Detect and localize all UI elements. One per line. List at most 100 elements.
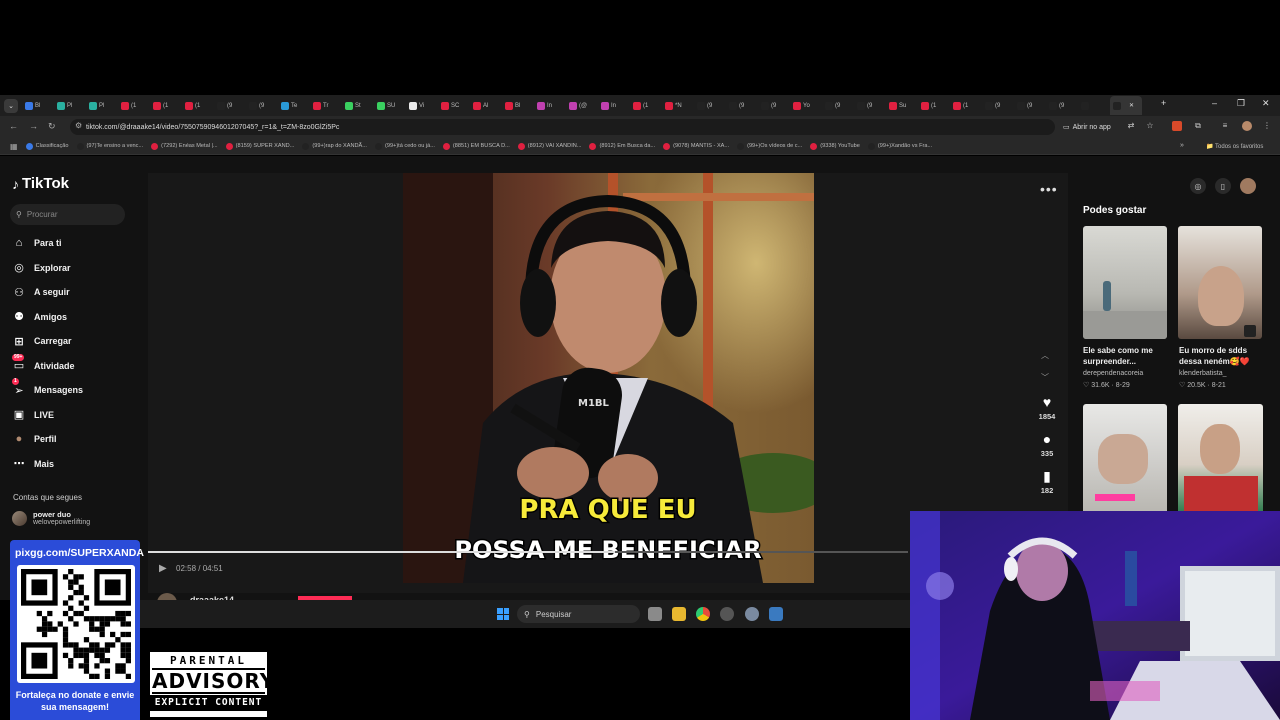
media-controls-icon[interactable]: ≡ — [1220, 121, 1230, 131]
browser-tab[interactable]: In — [598, 98, 630, 114]
browser-tab[interactable]: Su — [886, 98, 918, 114]
browser-menu-icon[interactable]: ⋮ — [1262, 121, 1272, 131]
task-view-icon[interactable] — [648, 607, 662, 621]
reload-icon[interactable]: ↻ — [48, 121, 56, 132]
bookmark-item[interactable]: (8912) Em Busca da... — [589, 142, 655, 150]
open-app-button[interactable]: ▭ Abrir no app — [1063, 120, 1111, 134]
steam-icon[interactable] — [769, 607, 783, 621]
browser-tab[interactable]: (9 — [1014, 98, 1046, 114]
suggestion-thumbnail[interactable] — [1178, 404, 1263, 514]
suggestion-thumbnail[interactable] — [1083, 404, 1167, 514]
browser-tab[interactable]: *N — [662, 98, 694, 114]
user-avatar[interactable] — [1240, 178, 1256, 194]
tiktok-search-input[interactable]: ⚲ Procurar — [10, 204, 125, 225]
minimize-icon[interactable]: – — [1212, 98, 1217, 108]
comment-action[interactable]: ● 335 — [1030, 432, 1064, 458]
browser-tab[interactable]: ✕ — [1110, 96, 1142, 115]
bookmark-item[interactable]: (9338) YouTube — [810, 142, 860, 150]
browser-tab[interactable]: In — [534, 98, 566, 114]
browser-tab[interactable]: Te — [278, 98, 310, 114]
browser-tab[interactable]: (1 — [950, 98, 982, 114]
file-explorer-icon[interactable] — [672, 607, 686, 621]
url-bar[interactable]: tiktok.com/@draaake14/video/755075909460… — [70, 119, 1055, 135]
bookmarks-overflow-icon[interactable]: » — [1180, 142, 1184, 149]
previous-video-chevron-icon[interactable]: ︿ — [1041, 350, 1049, 361]
browser-tab[interactable]: (9 — [214, 98, 246, 114]
browser-tab[interactable]: SC — [438, 98, 470, 114]
browser-tab[interactable]: (1 — [118, 98, 150, 114]
bookmark-item[interactable]: Classificação — [25, 142, 69, 150]
browser-tab[interactable]: Bl — [502, 98, 534, 114]
bookmark-star-icon[interactable]: ☆ — [1145, 121, 1155, 131]
browser-tab[interactable]: Bl — [22, 98, 54, 114]
nav-item-para-ti[interactable]: ⌂ Para ti — [12, 236, 62, 250]
browser-tab[interactable]: Pl — [86, 98, 118, 114]
nav-item-atividade[interactable]: ▭ Atividade 99+ — [12, 353, 75, 373]
all-bookmarks-link[interactable]: 📁 Todos os favoritos — [1206, 143, 1263, 150]
extensions-puzzle-icon[interactable]: ⧉ — [1193, 121, 1203, 131]
browser-tab[interactable]: Al — [470, 98, 502, 114]
chrome-icon[interactable] — [696, 607, 710, 621]
play-icon[interactable]: ▶ — [159, 563, 167, 574]
profile-avatar-icon[interactable] — [1242, 121, 1252, 131]
browser-tab[interactable]: (1 — [918, 98, 950, 114]
translate-icon[interactable]: ⇄ — [1126, 121, 1136, 131]
phone-icon[interactable]: ▯ — [1215, 178, 1231, 194]
tab-search-chevron-icon[interactable]: ⌄ — [4, 98, 18, 113]
bookmark-item[interactable]: (99+)rap do XANDÃ... — [302, 142, 367, 150]
nav-item-live[interactable]: ▣ LIVE — [12, 408, 54, 422]
nav-item-mais[interactable]: ⋯ Mais — [12, 457, 55, 471]
tiktok-logo[interactable]: ♪ TikTok — [12, 175, 69, 192]
save-action[interactable]: ▮ 182 — [1030, 469, 1064, 495]
bookmark-item[interactable]: (99+)Os vídeos de c... — [737, 142, 802, 150]
taskbar-search-input[interactable]: ⚲ Pesquisar — [517, 605, 640, 623]
extension-red-icon[interactable] — [1172, 121, 1182, 131]
next-video-chevron-icon[interactable]: ﹀ — [1041, 372, 1049, 383]
suggestion-title[interactable]: Ele sabe como me surpreender... — [1083, 345, 1167, 367]
bookmark-item[interactable]: (8159) SUPER XAND... — [225, 142, 294, 150]
close-window-icon[interactable]: ✕ — [1262, 98, 1270, 109]
site-info-icon[interactable]: ⚙ — [75, 121, 82, 130]
close-tab-icon[interactable]: ✕ — [1129, 102, 1134, 109]
bookmark-item[interactable]: (99+)Xandão vs Fra... — [867, 142, 932, 150]
browser-tab[interactable]: Pl — [54, 98, 86, 114]
browser-tab[interactable]: (9 — [982, 98, 1014, 114]
nav-item-mensagens[interactable]: ➢ Mensagens 1 — [12, 378, 83, 397]
browser-tab[interactable]: (1 — [182, 98, 214, 114]
bookmark-item[interactable]: (97)Te ensino a venc... — [76, 142, 143, 150]
bookmark-item[interactable]: (8851) EM BUSCA D... — [442, 142, 510, 150]
more-options-icon[interactable]: ••• — [1040, 181, 1058, 197]
suggestion-author[interactable]: klenderbatista_ — [1179, 370, 1226, 377]
bookmark-item[interactable]: (7292) Enéas Metal |... — [151, 142, 218, 150]
like-action[interactable]: ♥ 1854 — [1030, 395, 1064, 421]
new-tab-plus-icon[interactable]: + — [1161, 98, 1166, 108]
suggestion-title[interactable]: Eu morro de sdds dessa neném🥰❤️ — [1179, 345, 1263, 367]
browser-tab[interactable]: (@ — [566, 98, 598, 114]
browser-tab[interactable]: (9 — [822, 98, 854, 114]
obs-icon[interactable] — [720, 607, 734, 621]
bookmark-item[interactable]: (99+)tá cedo ou já... — [374, 142, 435, 150]
windows-start-icon[interactable] — [497, 608, 509, 620]
browser-tab[interactable]: Tr — [310, 98, 342, 114]
settings-gear-icon[interactable] — [745, 607, 759, 621]
nav-item-perfil[interactable]: ● Perfil — [12, 432, 57, 446]
suggestion-thumbnail[interactable] — [1083, 226, 1167, 339]
nav-item-explorar[interactable]: ◎ Explorar — [12, 261, 70, 275]
nav-item-carregar[interactable]: ⊞ Carregar — [12, 334, 71, 348]
browser-tab[interactable]: St — [342, 98, 374, 114]
browser-tab[interactable]: (9 — [854, 98, 886, 114]
browser-tab[interactable]: (1 — [630, 98, 662, 114]
browser-tab[interactable] — [1078, 98, 1110, 114]
maximize-icon[interactable]: ❐ — [1237, 98, 1245, 109]
back-arrow-icon[interactable]: ← — [9, 121, 18, 131]
nav-item-a-seguir[interactable]: ⚇ A seguir — [12, 285, 70, 299]
browser-tab[interactable]: Vi — [406, 98, 438, 114]
bookmark-item[interactable]: (9078) MANTIS - XA... — [663, 142, 729, 150]
compass-icon[interactable]: ◎ — [1190, 178, 1206, 194]
bookmark-item[interactable]: (8912) VAI XANDIN... — [517, 142, 581, 150]
browser-tab[interactable]: (9 — [758, 98, 790, 114]
following-account-item[interactable]: power duo welovepowerlifting — [12, 510, 90, 526]
apps-grid-icon[interactable]: ▦ — [10, 142, 18, 151]
browser-tab[interactable]: (9 — [1046, 98, 1078, 114]
browser-tab[interactable]: (9 — [694, 98, 726, 114]
